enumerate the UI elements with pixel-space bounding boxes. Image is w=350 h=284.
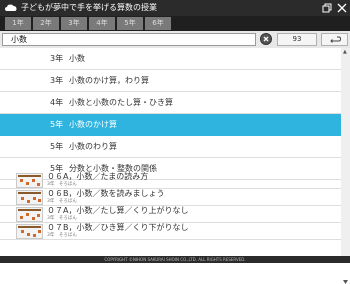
list-item-name: 小数のかけ算，わり算 bbox=[69, 76, 149, 85]
abacus-thumbnail bbox=[16, 173, 43, 188]
tab-grade-6[interactable]: 6年 bbox=[145, 17, 171, 30]
tab-grade-4[interactable]: 4年 bbox=[89, 17, 115, 30]
video-title: ０７B，小数／ひき算／くり下がりなし bbox=[47, 223, 189, 232]
search-input[interactable] bbox=[2, 33, 256, 46]
video-subtitle: 3年 そろばん bbox=[47, 182, 77, 187]
cloud-icon bbox=[5, 4, 17, 11]
list-item-name: 小数のわり算 bbox=[69, 142, 117, 151]
title-bar: 子どもが夢中で手を挙げる算数の授業 bbox=[0, 0, 350, 16]
tab-grade-2[interactable]: 2年 bbox=[33, 17, 59, 30]
scroll-up-icon[interactable]: ▲ bbox=[343, 50, 347, 55]
video-title: ０６B，小数／数を読みましょう bbox=[47, 189, 165, 198]
tab-grade-3[interactable]: 3年 bbox=[61, 17, 87, 30]
back-button[interactable] bbox=[321, 33, 348, 46]
list-item[interactable]: 5年 小数のわり算 bbox=[0, 136, 341, 158]
tab-grade-5[interactable]: 5年 bbox=[117, 17, 143, 30]
abacus-thumbnail bbox=[16, 224, 43, 239]
video-item[interactable]: ０７A，小数／たし算／くり上がりなし 3年 そろばん bbox=[0, 206, 341, 223]
list-item-name: 小数 bbox=[69, 54, 85, 63]
grade-tabs: 1年 2年 3年 4年 5年 6年 bbox=[0, 16, 350, 31]
clear-search-button[interactable] bbox=[260, 33, 272, 45]
close-window-icon[interactable] bbox=[337, 3, 347, 13]
abacus-thumbnail bbox=[16, 207, 43, 222]
scroll-down-icon[interactable] bbox=[343, 280, 348, 284]
video-subtitle: 3年 そろばん bbox=[47, 199, 77, 204]
list-item[interactable]: 3年 小数 bbox=[0, 48, 341, 70]
list-item-grade: 5年 bbox=[50, 142, 64, 151]
scrollbar[interactable]: ▲ bbox=[341, 48, 350, 284]
restore-window-icon[interactable] bbox=[322, 3, 332, 13]
video-title: ０７A，小数／たし算／くり上がりなし bbox=[47, 206, 189, 215]
abacus-thumbnail bbox=[16, 190, 43, 205]
list-item-grade: 3年 bbox=[50, 76, 64, 85]
list-item-name: 小数のかけ算 bbox=[69, 120, 117, 129]
list-item-grade: 5年 bbox=[50, 120, 64, 129]
list-item-grade: 3年 bbox=[50, 54, 64, 63]
list-item-selected[interactable]: 5年 小数のかけ算 bbox=[0, 114, 341, 136]
video-item[interactable]: ０７B，小数／ひき算／くり下がりなし 3年 そろばん bbox=[0, 223, 341, 240]
video-title: ０６A，小数／たまの読み方 bbox=[47, 172, 149, 181]
return-icon bbox=[330, 36, 342, 43]
close-icon bbox=[263, 36, 269, 42]
list-item[interactable]: 3年 小数のかけ算，わり算 bbox=[0, 70, 341, 92]
tab-grade-1[interactable]: 1年 bbox=[5, 17, 31, 30]
video-subtitle: 3年 そろばん bbox=[47, 216, 77, 221]
video-subtitle: 3年 そろばん bbox=[47, 233, 77, 238]
list-item[interactable]: 4年 小数と小数のたし算・ひき算 bbox=[0, 92, 341, 114]
list-item-grade: 4年 bbox=[50, 98, 64, 107]
app-title: 子どもが夢中で手を挙げる算数の授業 bbox=[21, 3, 157, 12]
list-item-name: 小数と小数のたし算・ひき算 bbox=[69, 98, 173, 107]
result-list: 3年 小数 3年 小数のかけ算，わり算 4年 小数と小数のたし算・ひき算 5年 … bbox=[0, 48, 341, 256]
video-item[interactable]: ０６B，小数／数を読みましょう 3年 そろばん bbox=[0, 189, 341, 206]
footer-copyright: COPYRIGHT ©NIHON SAKURAI SHOIN CO.,LTD. … bbox=[0, 256, 350, 263]
result-count: 93 bbox=[277, 33, 317, 46]
video-item[interactable]: ０６A，小数／たまの読み方 3年 そろばん bbox=[0, 172, 341, 189]
